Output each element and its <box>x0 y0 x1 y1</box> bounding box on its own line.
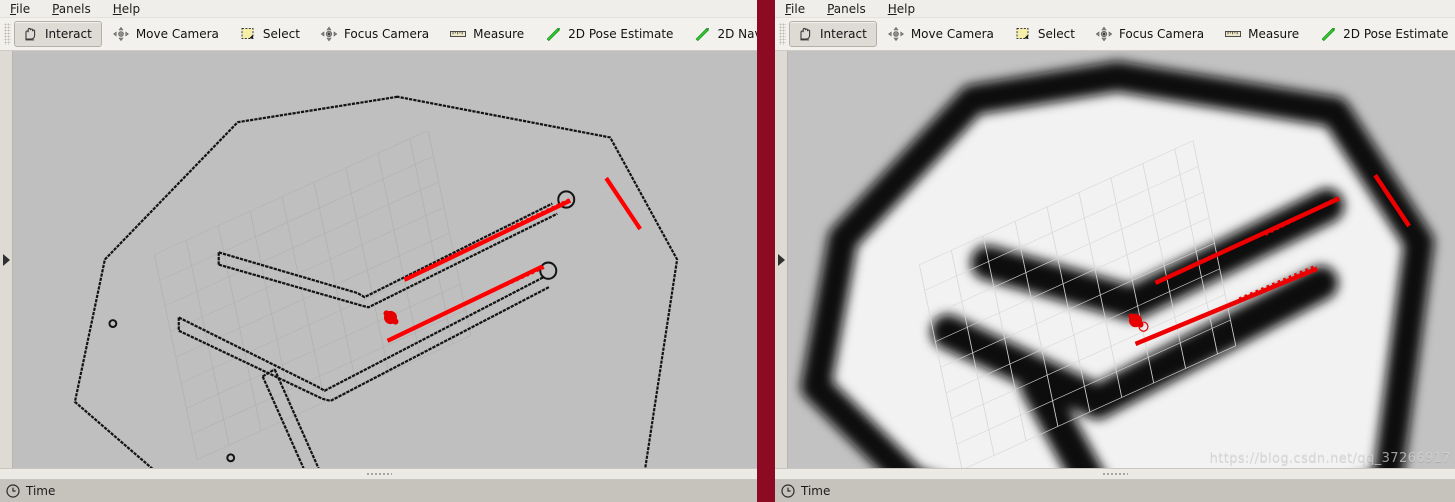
time-panel: Time <box>775 480 1455 502</box>
window-separator <box>757 0 775 502</box>
tool-focus-camera-button[interactable]: Focus Camera <box>313 21 439 47</box>
tool-select-button[interactable]: Select <box>232 21 310 47</box>
render-view-costmap[interactable]: https://blog.csdn.net/qq_37266917 <box>788 51 1455 468</box>
render-view-laser-scan-map[interactable] <box>13 51 757 468</box>
chevron-right-icon <box>777 253 785 266</box>
tool-label: Select <box>1037 27 1075 41</box>
tool-move-camera-button[interactable]: Move Camera <box>105 21 229 47</box>
focus-camera-icon <box>320 26 338 42</box>
tool-label: Move Camera <box>135 27 219 41</box>
left-panel-expand-handle[interactable] <box>0 51 13 468</box>
ruler-icon <box>450 31 467 37</box>
menu-bar: File Panels Help <box>0 0 757 18</box>
splitter-grip-dots <box>365 472 392 476</box>
rviz-window-right: File Panels Help Interact Move Camera Se… <box>775 0 1455 502</box>
chevron-right-icon <box>2 253 10 266</box>
tool-select-button[interactable]: Select <box>1007 21 1085 47</box>
tool-label: 2D Pose Estimate <box>1343 27 1449 41</box>
select-box-icon <box>241 28 254 39</box>
menu-help[interactable]: Help <box>111 1 150 17</box>
move-camera-icon <box>887 26 904 42</box>
tool-measure-button[interactable]: Measure <box>442 21 534 47</box>
tool-2d-pose-estimate-button[interactable]: 2D Pose Estimate <box>1312 21 1455 47</box>
toolbar-drag-grip[interactable] <box>779 23 786 45</box>
menu-help[interactable]: Help <box>886 1 925 17</box>
tool-label: Move Camera <box>910 27 994 41</box>
tool-label: Focus Camera <box>343 27 430 41</box>
view-row <box>0 51 757 468</box>
horizontal-splitter[interactable] <box>0 468 757 480</box>
tool-label: Measure <box>1248 27 1300 41</box>
toolbar: Interact Move Camera Select Focus Camera… <box>775 18 1455 51</box>
clock-icon <box>6 484 20 498</box>
tool-label: 2D Nav Goal <box>717 27 757 41</box>
tool-label: Select <box>262 27 300 41</box>
tool-interact-button[interactable]: Interact <box>14 21 102 47</box>
hand-cursor-icon <box>25 27 36 41</box>
menu-file[interactable]: File <box>783 1 815 17</box>
ruler-icon <box>1225 31 1242 37</box>
tool-2d-pose-estimate-button[interactable]: 2D Pose Estimate <box>537 21 683 47</box>
pose-arrow-icon <box>1321 28 1336 42</box>
tool-label: Interact <box>820 27 867 41</box>
view-row: https://blog.csdn.net/qq_37266917 <box>775 51 1455 468</box>
tool-measure-button[interactable]: Measure <box>1217 21 1309 47</box>
nav-goal-arrow-icon <box>696 28 710 42</box>
toolbar: Interact Move Camera Select Focus Camera… <box>0 18 757 51</box>
menu-panels[interactable]: Panels <box>50 1 101 17</box>
tool-move-camera-button[interactable]: Move Camera <box>880 21 1004 47</box>
tool-focus-camera-button[interactable]: Focus Camera <box>1088 21 1214 47</box>
horizontal-splitter[interactable] <box>775 468 1455 480</box>
left-panel-expand-handle[interactable] <box>775 51 788 468</box>
time-panel-label: Time <box>26 484 56 498</box>
toolbar-drag-grip[interactable] <box>4 23 11 45</box>
tool-2d-nav-goal-button[interactable]: 2D Nav Goal <box>686 21 757 47</box>
menu-bar: File Panels Help <box>775 0 1455 18</box>
pose-arrow-icon <box>546 28 561 42</box>
tool-label: Focus Camera <box>1118 27 1205 41</box>
time-panel-label: Time <box>801 484 831 498</box>
select-box-icon <box>1016 28 1029 39</box>
hand-cursor-icon <box>800 27 811 41</box>
map-canvas <box>13 51 757 468</box>
menu-panels[interactable]: Panels <box>825 1 876 17</box>
costmap-canvas <box>788 51 1455 468</box>
splitter-grip-dots <box>1102 472 1128 476</box>
tool-interact-button[interactable]: Interact <box>789 21 877 47</box>
focus-camera-icon <box>1095 26 1113 42</box>
clock-icon <box>781 484 795 498</box>
rviz-dual-window-screenshot: File Panels Help Interact Move Camera Se… <box>0 0 1455 502</box>
tool-label: Interact <box>45 27 92 41</box>
tool-label: 2D Pose Estimate <box>568 27 674 41</box>
move-camera-icon <box>112 26 129 42</box>
tool-label: Measure <box>473 27 525 41</box>
time-panel: Time <box>0 480 757 502</box>
menu-file[interactable]: File <box>8 1 40 17</box>
rviz-window-left: File Panels Help Interact Move Camera Se… <box>0 0 757 502</box>
